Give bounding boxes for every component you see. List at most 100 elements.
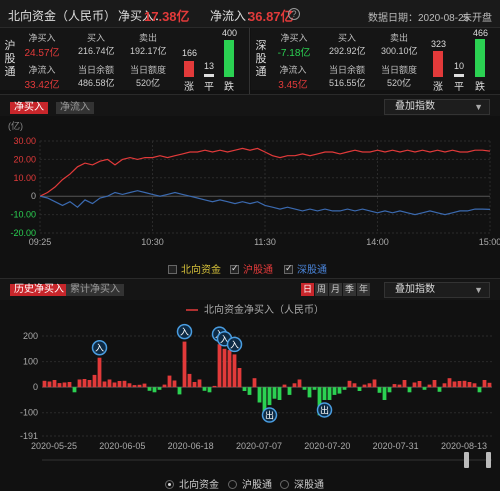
chart-title: 北向资金净买入（人民币）: [204, 303, 324, 316]
sgt-quota: 当日额度 520亿: [381, 65, 418, 88]
bar: [402, 380, 407, 388]
overlay-index-select[interactable]: 叠加指数 ▼: [384, 99, 490, 115]
bar: [102, 381, 107, 388]
period-month-button[interactable]: 月: [329, 283, 342, 296]
history-bar-chart: 北向资金净买入（人民币） 200 100 0 -100 -1912020-05-25 202…: [20, 303, 492, 468]
bar: [407, 387, 412, 393]
x-tick-label: 11:30: [254, 237, 276, 247]
period-year-button[interactable]: 年: [357, 283, 370, 296]
x-tick-label: 2020-06-05: [99, 441, 145, 451]
bar: [147, 387, 152, 391]
x-tick-label: 2020-05-25: [31, 441, 77, 451]
hgt-down-count: 400: [222, 28, 238, 38]
bar: [207, 387, 212, 393]
net-buy-value: 17.38亿: [144, 9, 190, 24]
sgt-sell: 卖出 300.10亿: [381, 33, 418, 56]
sgt-net-buy: 净买入 -7.18亿: [277, 33, 311, 59]
bar: [462, 380, 467, 388]
hgt-up-label: 涨: [184, 82, 194, 93]
checkbox-sgt[interactable]: [284, 263, 293, 274]
bar: [187, 373, 192, 388]
checkbox-north[interactable]: [168, 265, 177, 274]
hgt-sell: 卖出 192.17亿: [130, 33, 167, 56]
hgt-flat-count: 13: [203, 61, 214, 71]
bar: [487, 382, 492, 388]
marker-label: 入: [95, 343, 104, 353]
bar: [67, 382, 72, 388]
bar: [267, 387, 272, 406]
period-week-button[interactable]: 周: [315, 283, 328, 296]
bar: [72, 387, 77, 393]
bar: [482, 380, 487, 388]
x-tick-label: 2020-08-13: [441, 441, 487, 451]
market-status: 未开盘: [462, 13, 492, 24]
sgt-flat-label: 平: [454, 82, 464, 93]
y-tick-label: 20.00: [13, 154, 36, 164]
bar: [127, 383, 132, 388]
bar: [397, 384, 402, 388]
bar: [82, 379, 87, 388]
bar: [57, 383, 62, 388]
y-tick-label: 10.00: [13, 173, 36, 183]
intraday-toolbar: 净买入 净流入 叠加指数 ▼: [0, 94, 500, 116]
y-tick-label: 30.00: [13, 136, 36, 146]
bar: [157, 387, 162, 390]
bar: [427, 384, 432, 388]
bar: [457, 381, 462, 388]
bar: [282, 384, 287, 388]
bar: [337, 387, 342, 394]
bar: [97, 357, 102, 388]
history-overlay-label: 叠加指数: [395, 284, 435, 295]
bar: [392, 384, 397, 388]
legend-north[interactable]: 北向资金: [168, 261, 221, 276]
radio-sgt-dot[interactable]: [280, 480, 289, 489]
bar: [447, 378, 452, 388]
bar: [372, 379, 377, 388]
y-tick-label: 100: [23, 357, 38, 367]
period-quarter-button[interactable]: 季: [343, 283, 356, 296]
bar: [312, 387, 317, 390]
marker-label: 入: [180, 327, 189, 337]
bar: [62, 382, 67, 388]
info-icon[interactable]: ?: [288, 8, 300, 20]
net-inflow-value: 36.87亿: [248, 9, 294, 24]
bar: [417, 381, 422, 388]
tab-history-net-buy[interactable]: 历史净买入: [10, 284, 68, 296]
bar: [467, 382, 472, 388]
radio-hgt[interactable]: 沪股通: [228, 476, 272, 491]
bar: [432, 380, 437, 388]
x-tick-label: 2020-07-31: [373, 441, 419, 451]
bar: [52, 380, 57, 388]
chevron-down-icon: ▼: [474, 102, 483, 112]
tab-net-inflow[interactable]: 净流入: [56, 102, 94, 114]
bar: [367, 383, 372, 388]
sgt-balance: 当日余额 516.55亿: [329, 65, 366, 88]
bar: [227, 350, 232, 388]
x-tick-label: 2020-07-20: [304, 441, 350, 451]
checkbox-hgt[interactable]: [230, 263, 239, 274]
period-day-button[interactable]: 日: [301, 283, 314, 296]
legend-sgt[interactable]: 深股通: [284, 261, 327, 276]
bar: [117, 381, 122, 388]
bar: [327, 387, 332, 400]
sgt-flat-bar: [454, 74, 464, 77]
bar: [377, 387, 382, 393]
sgt-buy: 买入 292.92亿: [329, 33, 366, 56]
bar: [202, 387, 207, 391]
radio-sgt[interactable]: 深股通: [280, 476, 324, 491]
bar: [242, 387, 247, 391]
legend-hgt[interactable]: 沪股通: [230, 261, 273, 276]
hgt-down-bar: [224, 40, 234, 77]
tab-cumulative-net-buy[interactable]: 累计净买入: [66, 284, 124, 296]
bar: [342, 387, 347, 390]
radio-north-dot[interactable]: [165, 480, 174, 489]
radio-hgt-dot[interactable]: [228, 480, 237, 489]
radio-north[interactable]: 北向资金: [165, 476, 219, 491]
bar: [107, 379, 112, 388]
history-overlay-select[interactable]: 叠加指数 ▼: [384, 282, 490, 298]
tab-net-buy[interactable]: 净买入: [10, 102, 48, 114]
bar: [382, 387, 387, 400]
hgt-buy: 买入 216.74亿: [78, 33, 115, 56]
history-toolbar: 历史净买入 累计净买入 日 周 月 季 年 叠加指数 ▼: [0, 278, 500, 300]
bar: [47, 381, 52, 388]
